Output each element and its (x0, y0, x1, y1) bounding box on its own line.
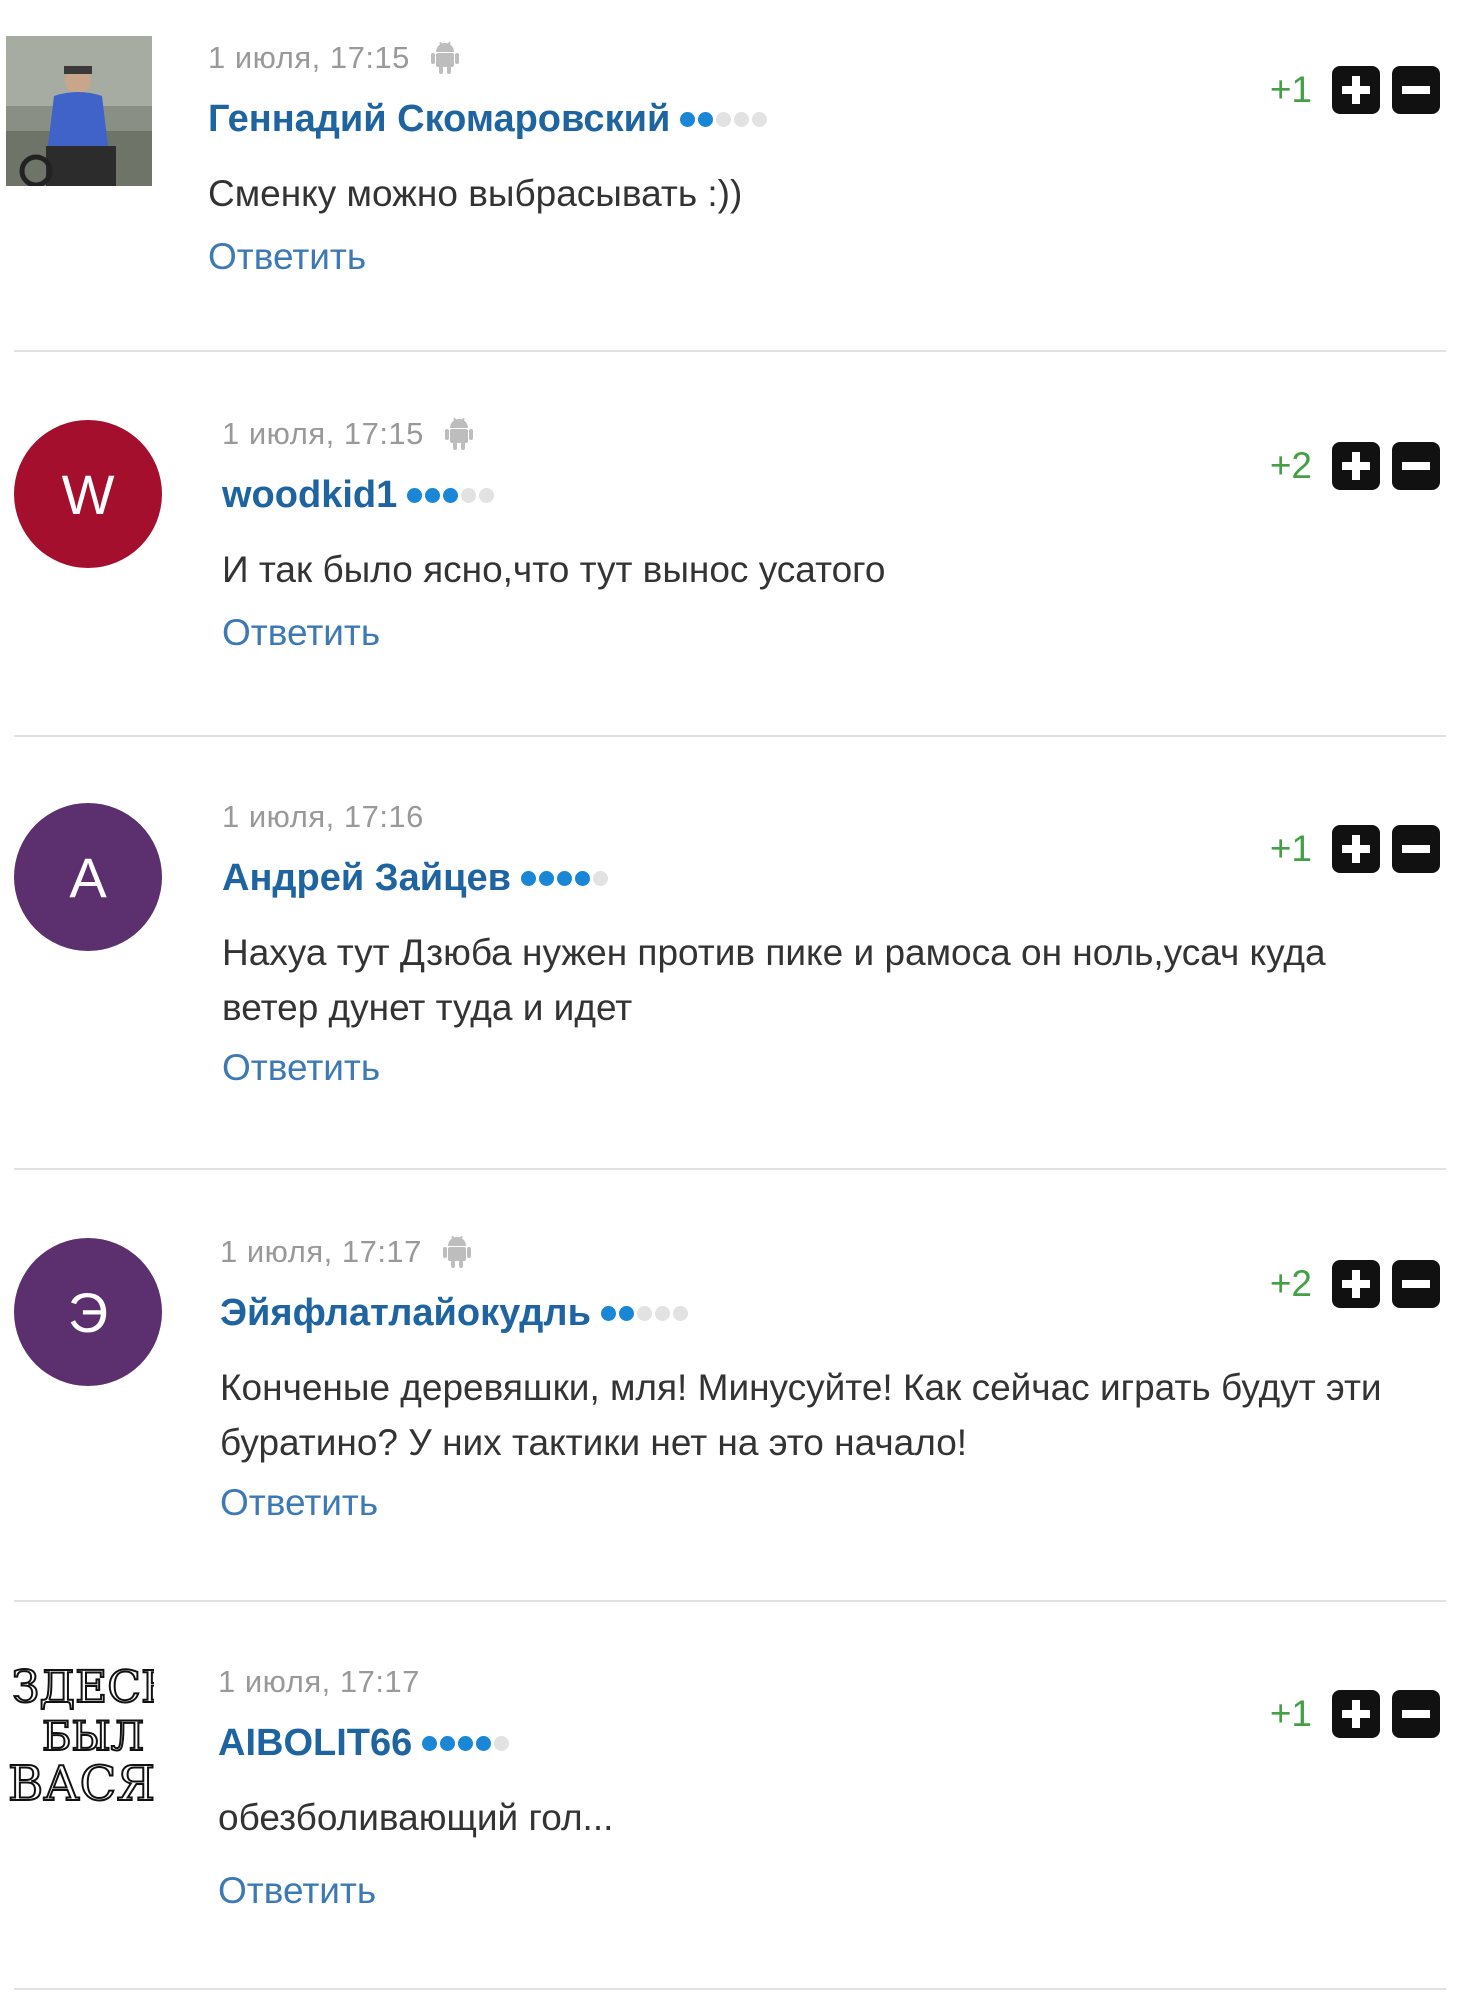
rank-dot-inactive (636, 1305, 652, 1321)
comment-meta: 1 июля, 17:17 (220, 1234, 472, 1270)
comment-text: Сменку можно выбрасывать :)) (208, 173, 743, 214)
avatar-photo[interactable] (6, 36, 152, 186)
rank-dot-inactive (654, 1305, 670, 1321)
comment-divider (14, 1988, 1446, 1990)
comment-date: 1 июля, 17:15 (208, 40, 410, 75)
comment-divider (14, 735, 1446, 737)
rating-value: +1 (1269, 1693, 1312, 1734)
avatar-drawn-line: ЗДЕСЬ (12, 1662, 154, 1713)
rank-dots (520, 870, 608, 886)
comment-text: И так было ясно,что тут вынос усатого (222, 549, 886, 590)
comment-meta: 1 июля, 17:15 (222, 416, 474, 452)
comment-divider (14, 1600, 1446, 1602)
rating-value: +2 (1269, 445, 1312, 486)
rank-dot-active (440, 1735, 456, 1751)
author-row: woodkid1 (222, 470, 495, 520)
rank-dot-inactive (752, 111, 768, 127)
rank-dot-inactive (734, 111, 750, 127)
rating-controls: +1 (1270, 64, 1440, 116)
comment-text: Конченые деревяшки, мля! Минусуйте! Как … (220, 1367, 1382, 1463)
rank-dots (422, 1735, 510, 1751)
comment-divider (14, 350, 1446, 352)
rank-dot-active (407, 487, 423, 503)
rank-dot-inactive (461, 487, 477, 503)
avatar-letter[interactable]: А (14, 803, 162, 951)
author-name[interactable]: Андрей Зайцев (222, 857, 511, 900)
upvote-button[interactable] (1332, 1690, 1380, 1738)
rank-dots (680, 111, 768, 127)
rating-controls: +1 (1270, 1688, 1440, 1740)
rank-dot-active (698, 111, 714, 127)
rating-controls: +2 (1270, 1258, 1440, 1310)
author-row: Эйяфлатлайокудль (220, 1288, 688, 1338)
rank-dot-active (556, 870, 572, 886)
comment-date: 1 июля, 17:16 (222, 799, 424, 834)
android-icon (430, 40, 460, 76)
downvote-button[interactable] (1392, 442, 1440, 490)
reply-link[interactable]: Ответить (222, 1047, 380, 1089)
reply-link[interactable]: Ответить (208, 236, 366, 278)
rating-controls: +1 (1270, 823, 1440, 875)
downvote-button[interactable] (1392, 1690, 1440, 1738)
upvote-button[interactable] (1332, 1260, 1380, 1308)
reply-link[interactable]: Ответить (220, 1482, 378, 1524)
rank-dot-inactive (479, 487, 495, 503)
rating-value: +1 (1269, 69, 1312, 110)
author-row: Геннадий Скомаровский (208, 94, 768, 144)
rank-dot-active (458, 1735, 474, 1751)
rating-controls: +2 (1270, 440, 1440, 492)
author-row: AIBOLIT66 (218, 1718, 510, 1768)
rank-dot-active (422, 1735, 438, 1751)
comment-date: 1 июля, 17:17 (218, 1664, 420, 1699)
rank-dot-active (443, 487, 459, 503)
rank-dot-active (476, 1735, 492, 1751)
comment-divider (14, 1168, 1446, 1170)
comment-meta: 1 июля, 17:17 (218, 1664, 420, 1700)
comment-text: обезболивающий гол... (218, 1797, 614, 1838)
rank-dot-active (680, 111, 696, 127)
rank-dots (600, 1305, 688, 1321)
rating-value: +2 (1269, 1263, 1312, 1304)
rank-dot-active (600, 1305, 616, 1321)
upvote-button[interactable] (1332, 66, 1380, 114)
reply-link[interactable]: Ответить (218, 1870, 376, 1912)
downvote-button[interactable] (1392, 66, 1440, 114)
android-icon (444, 416, 474, 452)
android-icon (442, 1234, 472, 1270)
rank-dot-inactive (716, 111, 732, 127)
rank-dot-active (574, 870, 590, 886)
author-name[interactable]: Эйяфлатлайокудль (220, 1292, 591, 1335)
avatar-drawn-line: БЫЛ (42, 1714, 144, 1760)
downvote-button[interactable] (1392, 825, 1440, 873)
rank-dots (407, 487, 495, 503)
author-row: Андрей Зайцев (222, 853, 608, 903)
author-name[interactable]: woodkid1 (222, 474, 397, 517)
upvote-button[interactable] (1332, 825, 1380, 873)
comment-meta: 1 июля, 17:16 (222, 799, 424, 835)
comment-date: 1 июля, 17:17 (220, 1234, 422, 1269)
upvote-button[interactable] (1332, 442, 1380, 490)
rank-dot-active (618, 1305, 634, 1321)
rank-dot-active (425, 487, 441, 503)
avatar-drawn-line: ВАСЯ (8, 1756, 154, 1810)
comment-text: Нахуа тут Дзюба нужен против пике и рамо… (222, 932, 1326, 1028)
comment-date: 1 июля, 17:15 (222, 416, 424, 451)
rank-dot-inactive (672, 1305, 688, 1321)
downvote-button[interactable] (1392, 1260, 1440, 1308)
avatar-drawn[interactable]: ЗДЕСЬБЫЛВАСЯ (4, 1660, 154, 1810)
author-name[interactable]: Геннадий Скомаровский (208, 98, 670, 141)
rank-dot-active (538, 870, 554, 886)
rank-dot-inactive (494, 1735, 510, 1751)
reply-link[interactable]: Ответить (222, 612, 380, 654)
author-name[interactable]: AIBOLIT66 (218, 1722, 412, 1765)
avatar-letter[interactable]: Э (14, 1238, 162, 1386)
rating-value: +1 (1269, 828, 1312, 869)
rank-dot-inactive (592, 870, 608, 886)
avatar-letter[interactable]: W (14, 420, 162, 568)
comment-meta: 1 июля, 17:15 (208, 40, 460, 76)
rank-dot-active (520, 870, 536, 886)
